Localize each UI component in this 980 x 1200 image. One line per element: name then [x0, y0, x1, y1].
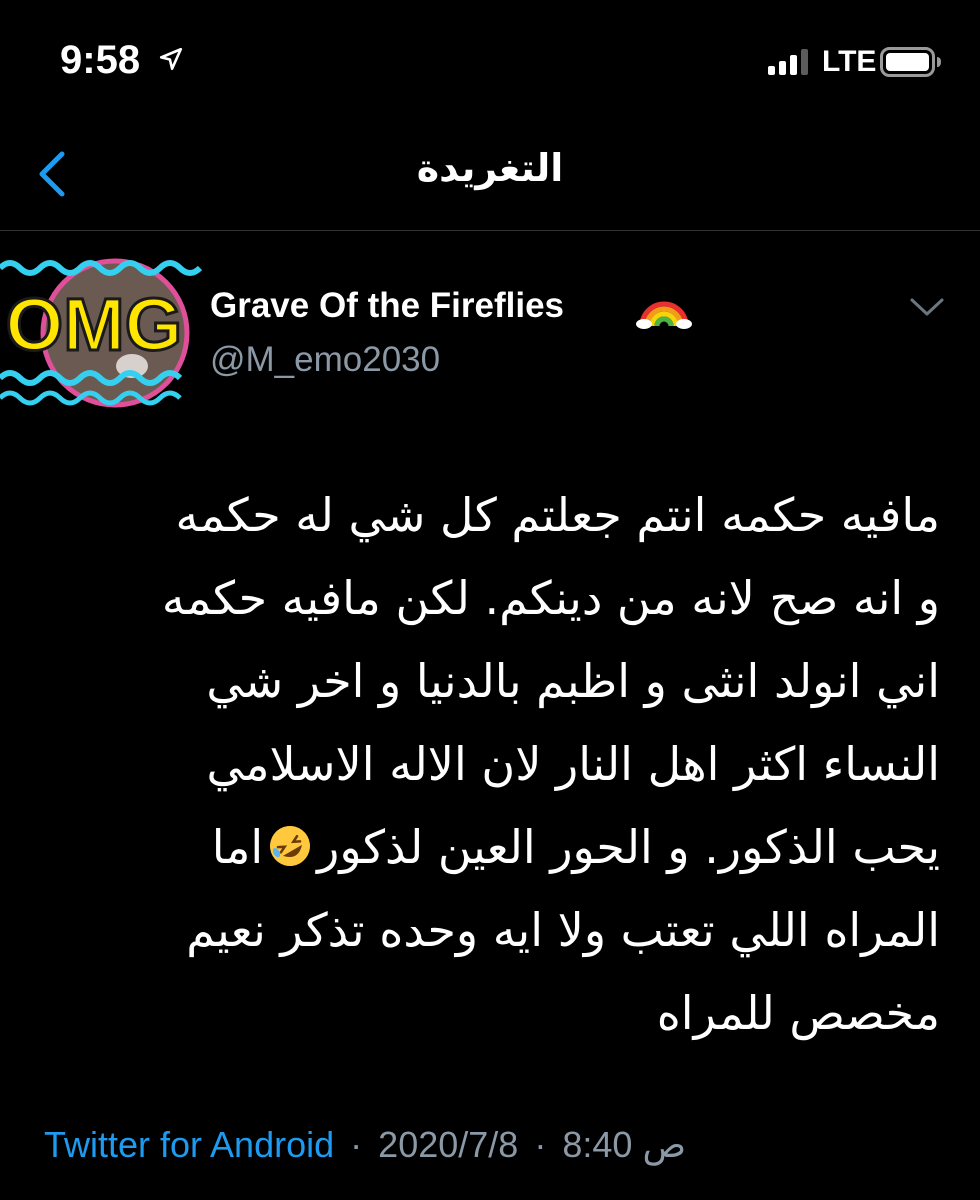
tweet-line: مخصص للمراه: [656, 986, 940, 1040]
tweet-line: النساء اكثر اهل النار لان الاله الاسلامي: [206, 737, 940, 791]
rainbow-icon: [636, 301, 692, 329]
network-type: LTE: [822, 45, 877, 78]
tweet-line-with-emoji: يحب الذكور. و الحور العين لذكور اما: [40, 806, 940, 889]
source-link[interactable]: Twitter for Android: [44, 1124, 334, 1165]
status-time: 9:58: [60, 38, 141, 82]
tweet-ampm: ص: [642, 1124, 686, 1165]
meta-separator: ·: [534, 1124, 547, 1165]
signal-bars-icon: [768, 49, 808, 75]
tweet-meta: Twitter for Android · 2020/7/8 · ص 8:40: [44, 1124, 686, 1166]
avatar-badge: OMG: [6, 283, 183, 366]
chevron-down-icon: [910, 298, 944, 316]
tweet-text: مافيه حكمه انتم جعلتم كل شي له حكمه و ان…: [40, 474, 940, 1055]
rolling-on-floor-laughing-icon: [270, 826, 311, 866]
tweet-line: المراه اللي تعتب ولا ايه وحده تذكر نعيم: [186, 903, 940, 957]
tweet-detail-screen: 9:58 LTE التغريدة OMG Grave Of the Firef…: [0, 0, 980, 1200]
tweet-line: اني انولد انثى و اظبم بالدنيا و اخر شي: [206, 654, 940, 708]
tweet-time: 8:40: [562, 1124, 633, 1165]
tweet-line: مافيه حكمه انتم جعلتم كل شي له حكمه: [175, 488, 940, 542]
battery-icon: [880, 47, 941, 77]
author-handle[interactable]: @M_emo2030: [210, 340, 440, 380]
tweet-line-segment: يحب الذكور. و الحور العين لذكور: [317, 820, 940, 874]
location-arrow-icon: [159, 47, 183, 71]
author-name[interactable]: Grave Of the Fireflies: [210, 286, 564, 326]
meta-separator: ·: [350, 1124, 363, 1165]
tweet-line: و انه صح لانه من دينكم. لكن مافيه حكمه: [161, 571, 940, 625]
status-bar: 9:58 LTE: [0, 0, 980, 120]
tweet-date: 2020/7/8: [378, 1124, 519, 1165]
more-options-button[interactable]: [904, 292, 950, 322]
nav-bar: التغريدة: [0, 120, 980, 231]
avatar[interactable]: OMG: [0, 238, 210, 413]
tweet-line-segment: اما: [211, 820, 264, 874]
page-title: التغريدة: [416, 146, 564, 190]
